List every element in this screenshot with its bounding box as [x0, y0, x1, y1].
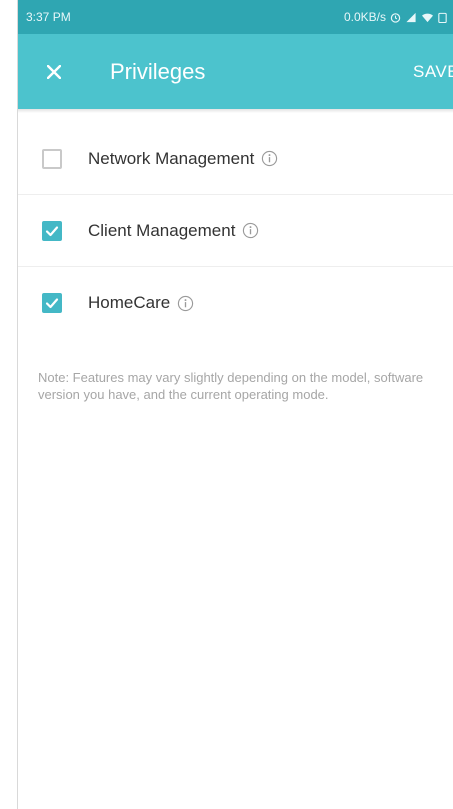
privilege-label: Client Management	[88, 220, 236, 240]
privilege-item-network-management[interactable]: Network Management	[18, 123, 453, 195]
save-button[interactable]: SAVE	[413, 34, 453, 109]
network-speed: 0.0KB/s	[343, 10, 386, 24]
info-icon[interactable]	[177, 295, 194, 312]
check-icon	[45, 298, 59, 309]
app-bar-shadow	[18, 109, 453, 113]
status-indicators: 0.0KB/s	[344, 10, 447, 24]
phone-screen: 3:37 PM 0.0KB/s Privileges SAVE	[17, 0, 453, 809]
privilege-label: HomeCare	[88, 293, 171, 312]
info-icon[interactable]	[242, 222, 259, 239]
client-management-checkbox[interactable]	[42, 220, 62, 241]
close-button[interactable]	[26, 44, 82, 100]
privilege-item-homecare[interactable]: HomeCare	[18, 267, 453, 339]
homecare-checkbox[interactable]	[42, 293, 62, 313]
status-time: 3:37 PM	[26, 10, 71, 24]
app-bar: Privileges SAVE	[18, 34, 453, 109]
battery-icon	[438, 12, 447, 23]
close-icon	[47, 64, 61, 79]
alarm-icon	[390, 12, 401, 23]
privilege-item-client-management[interactable]: Client Management	[18, 195, 453, 267]
privileges-list: Network Management Client Management Hom…	[18, 123, 453, 339]
page-title: Privileges	[110, 58, 206, 84]
info-icon[interactable]	[261, 150, 278, 167]
wifi-icon	[422, 13, 433, 22]
privilege-label: Network Management	[88, 148, 255, 168]
status-bar: 3:37 PM 0.0KB/s	[18, 0, 453, 34]
check-icon	[45, 225, 59, 236]
features-note: Note: Features may vary slightly dependi…	[38, 370, 424, 402]
signal-icon	[406, 12, 416, 22]
network-management-checkbox[interactable]	[42, 148, 62, 169]
